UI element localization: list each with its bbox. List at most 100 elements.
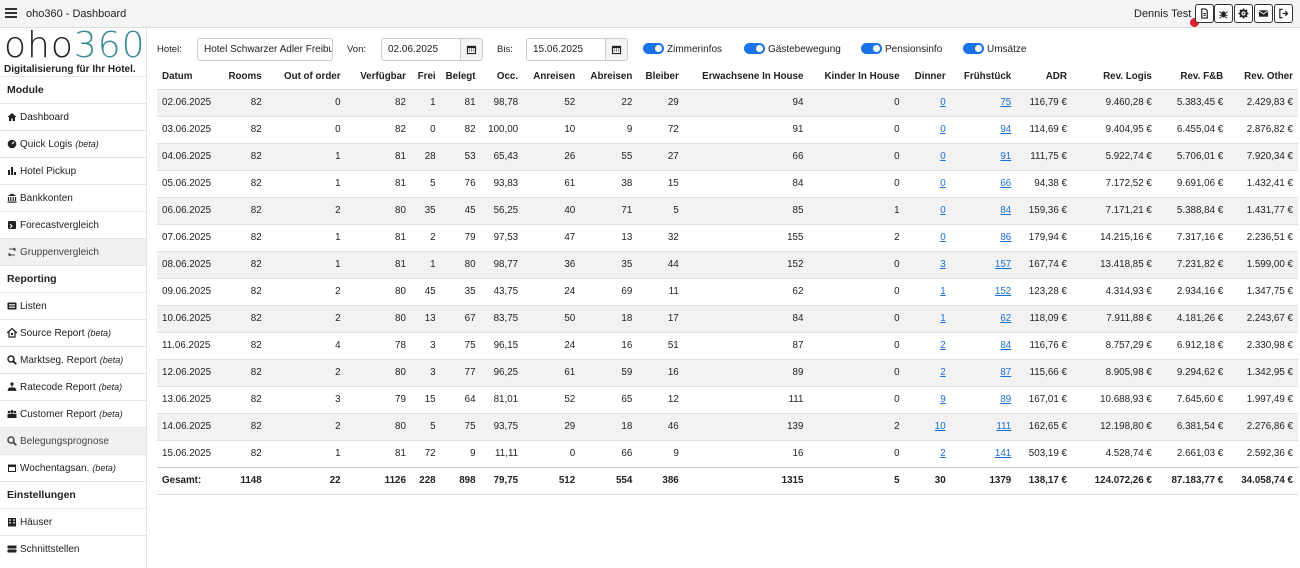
table-cell: 84 [950,331,1017,359]
sidebar-item-ratecode-report[interactable]: Ratecode Report (beta) [0,373,146,400]
toggle-gaestebewegung[interactable] [744,43,765,54]
toggle-pensionsinfo[interactable] [861,43,882,54]
column-header[interactable]: Anreisen [523,65,581,90]
sidebar-item-listen[interactable]: Listen [0,292,146,319]
sidebar-item-marktseg-report[interactable]: Marktseg. Report (beta) [0,346,146,373]
column-header[interactable]: Rev. F&B [1156,65,1229,90]
dinner-link[interactable]: 0 [940,151,945,162]
column-header[interactable]: Rooms [220,65,267,90]
breakfast-link[interactable]: 84 [1000,340,1011,351]
sidebar-item-hotel-pickup[interactable]: Hotel Pickup [0,157,146,184]
sidebar-item-schnittstellen[interactable]: Schnittstellen [0,535,146,562]
dinner-link[interactable]: 0 [940,124,945,135]
column-header[interactable]: Kinder In House [808,65,905,90]
dinner-link[interactable]: 1 [940,313,945,324]
table-cell: 91 [950,142,1017,170]
table-cell: 93,75 [480,412,524,440]
toggle-zimmerinfos[interactable] [643,43,664,54]
breakfast-link[interactable]: 94 [1000,124,1011,135]
column-header[interactable]: Out of order [266,65,346,90]
breakfast-link[interactable]: 66 [1000,178,1011,189]
column-header[interactable]: Rev. Other [1228,65,1298,90]
breakfast-link[interactable]: 157 [995,259,1011,270]
table-cell: 82 [345,115,411,143]
sidebar-item-belegungsprognose[interactable]: Belegungsprognose [0,427,146,454]
dinner-link[interactable]: 9 [940,394,945,405]
sidebar-item-haeuser[interactable]: Häuser [0,508,146,535]
table-cell: 118,09 € [1016,304,1072,332]
logout-button[interactable] [1274,4,1293,23]
dinner-link[interactable]: 10 [935,421,946,432]
table-cell: 2 [266,196,346,224]
column-header[interactable]: Dinner [904,65,951,90]
dinner-link[interactable]: 2 [940,367,945,378]
mail-button[interactable] [1254,4,1273,23]
dinner-link[interactable]: 0 [940,205,945,216]
dinner-link[interactable]: 3 [940,259,945,270]
breakfast-link[interactable]: 84 [1000,205,1011,216]
hotel-select[interactable]: Hotel Schwarzer Adler Freiburg [197,38,333,61]
sidebar-item-gruppenvergleich[interactable]: Gruppenvergleich [0,238,146,265]
sidebar-item-bankkonten[interactable]: Bankkonten [0,184,146,211]
table-cell: 2.276,86 € [1228,412,1298,440]
breakfast-link[interactable]: 86 [1000,232,1011,243]
sidebar-item-customer-report[interactable]: Customer Report (beta) [0,400,146,427]
breakfast-link[interactable]: 152 [995,286,1011,297]
table-cell: 111 [683,385,809,413]
table-cell: 6.455,04 € [1156,115,1229,143]
breakfast-link[interactable]: 141 [995,448,1011,459]
table-cell: 75 [440,331,481,359]
user-name[interactable]: Dennis Test [1134,8,1191,20]
dinner-link[interactable]: 0 [940,97,945,108]
settings-button[interactable] [1234,4,1253,23]
dinner-link[interactable]: 2 [940,448,945,459]
logo[interactable]: oho360 [4,28,145,64]
column-header[interactable]: Abreisen [580,65,638,90]
table-cell: 9.294,62 € [1156,358,1229,386]
hamburger-menu-icon[interactable] [5,8,17,18]
table-cell: 7.645,60 € [1156,385,1229,413]
column-header[interactable]: Datum [157,65,221,90]
to-date-input[interactable]: 15.06.2025 [526,38,606,61]
table-cell: 40 [523,196,581,224]
breakfast-link[interactable]: 87 [1000,367,1011,378]
breakfast-link[interactable]: 111 [996,421,1011,432]
column-header[interactable]: Frei [410,65,441,90]
table-cell: 0 [904,169,951,197]
dinner-link[interactable]: 0 [940,178,945,189]
column-header[interactable]: Occ. [480,65,524,90]
breakfast-link[interactable]: 62 [1000,313,1011,324]
dinner-link[interactable]: 2 [940,340,945,351]
sidebar-item-dashboard[interactable]: Dashboard [0,103,146,130]
table-cell: 82 [220,439,267,467]
document-button[interactable] [1195,4,1214,23]
table-cell: 82 [345,88,411,116]
breakfast-link[interactable]: 75 [1000,97,1011,108]
column-header[interactable]: Verfügbar [345,65,411,90]
table-cell: 45 [410,277,441,305]
table-cell: 06.06.2025 [157,196,221,224]
sidebar-item-quick-logis[interactable]: Quick Logis (beta) [0,130,146,157]
from-date-calendar-button[interactable] [460,38,483,61]
to-date-calendar-button[interactable] [605,38,628,61]
column-header[interactable]: Bleiber [637,65,684,90]
sidebar-item-source-report[interactable]: Source Report (beta) [0,319,146,346]
table-cell: 82 [220,277,267,305]
table-cell: 1 [904,277,951,305]
breakfast-link[interactable]: 91 [1000,151,1011,162]
dinner-link[interactable]: 1 [940,286,945,297]
from-date-input[interactable]: 02.06.2025 [381,38,461,61]
column-header[interactable]: Erwachsene In House [683,65,809,90]
dinner-link[interactable]: 0 [940,232,945,243]
table-cell: 123,28 € [1016,277,1072,305]
column-header[interactable]: Belegt [440,65,481,90]
sidebar-item-forecastvergleich[interactable]: Forecastvergleich [0,211,146,238]
sidebar-item-wochentagsan[interactable]: Wochentagsan. (beta) [0,454,146,481]
breakfast-link[interactable]: 89 [1000,394,1011,405]
column-header[interactable]: Rev. Logis [1071,65,1157,90]
column-header[interactable]: Frühstück [950,65,1017,90]
table-cell: 111 [950,412,1017,440]
column-header[interactable]: ADR [1016,65,1072,90]
bug-button[interactable] [1214,4,1233,23]
toggle-umsaetze[interactable] [963,43,984,54]
